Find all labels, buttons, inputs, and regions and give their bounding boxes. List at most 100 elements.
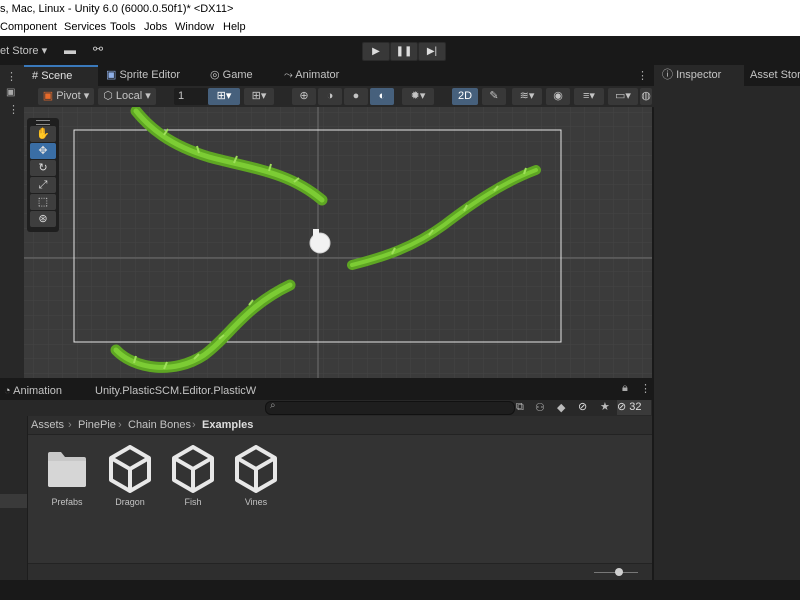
filter-type-icon[interactable]: ⚇ [535,401,545,414]
debug-dropdown[interactable]: ✹▾ [402,88,434,105]
transform-icon: ⊛ [38,213,48,225]
tree-selected-row[interactable] [0,494,27,508]
camera-icon: ▭▾ [615,90,631,102]
status-bar [0,580,800,600]
unity-scene-icon [235,445,277,493]
tab-game[interactable]: ◎ Game [210,65,270,86]
tab-sprite-editor[interactable]: ▣ Sprite Editor [106,65,196,86]
menu-tools[interactable]: Tools [110,21,136,33]
grid-size-input[interactable]: 1 [174,88,208,105]
rect-tool-button[interactable]: ⬚ [30,194,56,210]
animator-icon: ⤳ [284,69,293,81]
pivot-dropdown[interactable]: ▣ Pivot ▾ [38,88,94,105]
menu-window[interactable]: Window [175,21,214,33]
asset-item-dragon[interactable]: Dragon [100,445,160,507]
local-dropdown[interactable]: ⬡ Local ▾ [98,88,156,105]
sphere-wire-icon: ⊕ [299,90,309,102]
move-tool-button[interactable]: ✥ [30,143,56,159]
scene-view[interactable]: ✋ ✥ ↻ ⤢ ⬚ ⊛ [24,107,652,378]
asset-store-dropdown[interactable]: et Store ▾ [0,44,47,57]
favorite-star-icon[interactable]: ★ [600,400,610,413]
project-folder-tree[interactable] [0,416,28,580]
increment-snap-toggle[interactable]: ⊞▾ [244,88,274,105]
menu-jobs[interactable]: Jobs [144,21,167,33]
hidden-packages-toggle[interactable]: ⊘ 32 [617,400,651,415]
panel-toggle-icon[interactable]: ▣ [6,87,15,98]
step-icon: ▶| [426,46,438,57]
breadcrumb-pinepie[interactable]: PinePie [78,419,116,431]
version-control-icon[interactable]: ⚯ [93,42,103,56]
search-by-type-icon[interactable]: ⧉ [516,401,524,414]
asset-item-fish[interactable]: Fish [163,445,223,507]
camera-dropdown[interactable]: ▭▾ [608,88,638,105]
package-icon[interactable]: ▬ [64,43,76,57]
hand-tool-button[interactable]: ✋ [30,126,56,142]
snap-icon: ⊞▾ [251,90,267,102]
scene-more-icon[interactable]: ⋮ [637,69,648,82]
breadcrumb-examples[interactable]: Examples [202,419,253,431]
bottom-more-icon[interactable]: ⋮ [640,382,651,395]
pause-button[interactable]: ❚❚ [390,42,418,61]
info-icon: ⓘ [662,69,673,81]
transform-tool-button[interactable]: ⊛ [30,211,56,227]
tab-plastic-scm[interactable]: Unity.PlasticSCM.Editor.PlasticW [95,381,256,402]
moon-icon: ◐ [378,90,386,102]
search-icon: ⌕ [270,400,276,411]
layers-dropdown[interactable]: ≡▾ [574,88,604,105]
grid-snapping-toggle[interactable]: ⊞▾ [208,88,240,105]
menu-component[interactable]: Component [0,21,57,33]
tab-asset-store[interactable]: Asset Stor [744,65,800,86]
menu-bar: Component Services Tools Jobs Window Hel… [0,19,800,36]
inspector-panel: ⓘ Inspector Asset Stor [654,65,800,580]
drag-handle[interactable] [36,120,50,125]
more-menu-icon[interactable]: ⋮ [6,70,17,83]
more-menu-icon-2[interactable]: ⋮ [8,103,19,116]
visibility-toggle[interactable]: ◉ [546,88,570,105]
shaded-draw-mode[interactable]: ◑ [318,88,342,105]
pause-icon: ❚❚ [395,46,413,57]
menu-help[interactable]: Help [223,21,246,33]
asset-item-prefabs[interactable]: Prefabs [37,445,97,507]
breadcrumb-assets[interactable]: Assets [31,419,64,431]
wireframe-draw-mode[interactable]: ⊕ [292,88,316,105]
scene-canvas[interactable] [24,107,652,378]
layers-icon: ≋▾ [519,90,535,102]
local-cube-icon: ⬡ [103,90,113,102]
project-search-input[interactable]: ⌕ [265,400,515,415]
bottom-tab-bar: ◔ Animation Unity.PlasticSCM.Editor.Plas… [0,378,652,400]
play-button[interactable]: ▶ [362,42,390,61]
tab-animation[interactable]: ◔ Animation [4,381,62,402]
rotate-tool-button[interactable]: ↻ [30,160,56,176]
breadcrumb: Assets › PinePie › Chain Bones › Example… [28,416,652,435]
lit-draw-mode[interactable]: ◐ [370,88,394,105]
rect-icon: ⬚ [37,196,49,208]
tab-scene[interactable]: # Scene [24,65,98,86]
asset-item-vines[interactable]: Vines [226,445,286,507]
lock-icon[interactable]: 🔒︎ [622,382,628,395]
unity-scene-icon [109,445,151,493]
breadcrumb-chain-bones[interactable]: Chain Bones [128,419,191,431]
window-titlebar: s, Mac, Linux - Unity 6.0 (6000.0.50f1)*… [0,0,800,19]
slider-thumb[interactable] [615,568,623,576]
audio-fx-dropdown[interactable]: ≋▾ [512,88,542,105]
sphere-solid-icon: ● [352,90,360,102]
stack-icon: ≡▾ [583,90,595,102]
solid-draw-mode[interactable]: ● [344,88,368,105]
asset-label: Prefabs [51,497,83,507]
2d-mode-toggle[interactable]: 2D [452,88,478,105]
menu-services[interactable]: Services [64,21,106,33]
scale-tool-button[interactable]: ⤢ [30,177,56,193]
step-button[interactable]: ▶| [418,42,446,61]
globe-icon: ◍ [641,90,651,102]
label-filter-icon[interactable]: ◆ [557,401,565,414]
scene-toolbar: ▣ Pivot ▾ ⬡ Local ▾ 1 ⊞▾ ⊞▾ ⊕ ◑ ● ◐ ✹▾ 2… [24,86,654,108]
tab-inspector[interactable]: ⓘ Inspector [654,65,744,86]
window-title: s, Mac, Linux - Unity 6.0 (6000.0.50f1)*… [0,3,234,15]
folder-icon [48,452,86,487]
gizmo-toggle[interactable]: ◍ [640,88,652,105]
gamepad-icon: ◎ [210,69,220,81]
tab-animator[interactable]: ⤳ Animator [284,65,364,86]
hand-icon: ✋ [36,128,50,140]
warning-icon[interactable]: ⊘ [578,400,587,413]
lighting-toggle[interactable]: ✎ [482,88,506,105]
